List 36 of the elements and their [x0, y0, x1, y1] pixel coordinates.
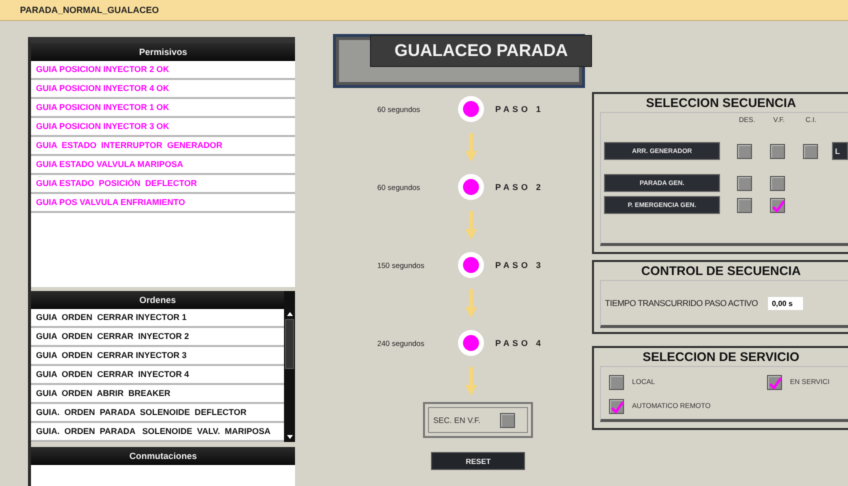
scroll-thumb[interactable]	[285, 319, 294, 369]
step-indicator-icon	[457, 329, 486, 357]
down-arrow-icon	[464, 211, 478, 241]
sec-vf-label: SEC. EN V.F.	[433, 416, 480, 424]
checkbox[interactable]	[737, 176, 752, 190]
checkbox[interactable]	[770, 198, 785, 212]
panel-title: SELECCION SECUENCIA	[644, 95, 798, 112]
panel-title: SELECCION DE SERVICIO	[642, 349, 800, 366]
sequence-title: GUALACEO PARADA	[370, 35, 592, 67]
list-header: Permisivos	[31, 43, 296, 61]
checkbox[interactable]	[770, 176, 785, 190]
checkbox[interactable]	[770, 144, 785, 158]
step-label: PASO 1	[495, 104, 544, 114]
panel-title: CONTROL DE SECUENCIA	[640, 263, 802, 280]
window-title: PARADA_NORMAL_GUALACEO	[20, 5, 159, 15]
step-label: PASO 4	[495, 338, 544, 348]
step-indicator-icon	[457, 95, 486, 123]
checkbox[interactable]	[500, 412, 516, 428]
elapsed-time-label: TIEMPO TRANSCURRIDO PASO ACTIVO	[605, 298, 758, 308]
checkbox[interactable]	[609, 375, 624, 390]
list-header: Ordenes	[31, 291, 284, 309]
checkbox[interactable]	[767, 375, 782, 390]
checkbox[interactable]	[737, 198, 752, 212]
step-indicator-icon	[457, 173, 486, 201]
cut-button[interactable]: L	[832, 142, 848, 160]
step-label: PASO 2	[495, 182, 544, 192]
checkbox[interactable]	[737, 144, 752, 158]
scrollbar[interactable]	[284, 291, 296, 442]
down-arrow-icon	[464, 133, 478, 163]
checkbox[interactable]	[609, 399, 624, 414]
list-header: Conmutaciones	[31, 447, 296, 465]
step-label: PASO 3	[495, 260, 544, 270]
down-arrow-icon	[464, 289, 478, 319]
step-indicator-icon	[457, 251, 486, 279]
down-arrow-icon	[464, 367, 478, 397]
checkbox[interactable]	[803, 144, 818, 158]
